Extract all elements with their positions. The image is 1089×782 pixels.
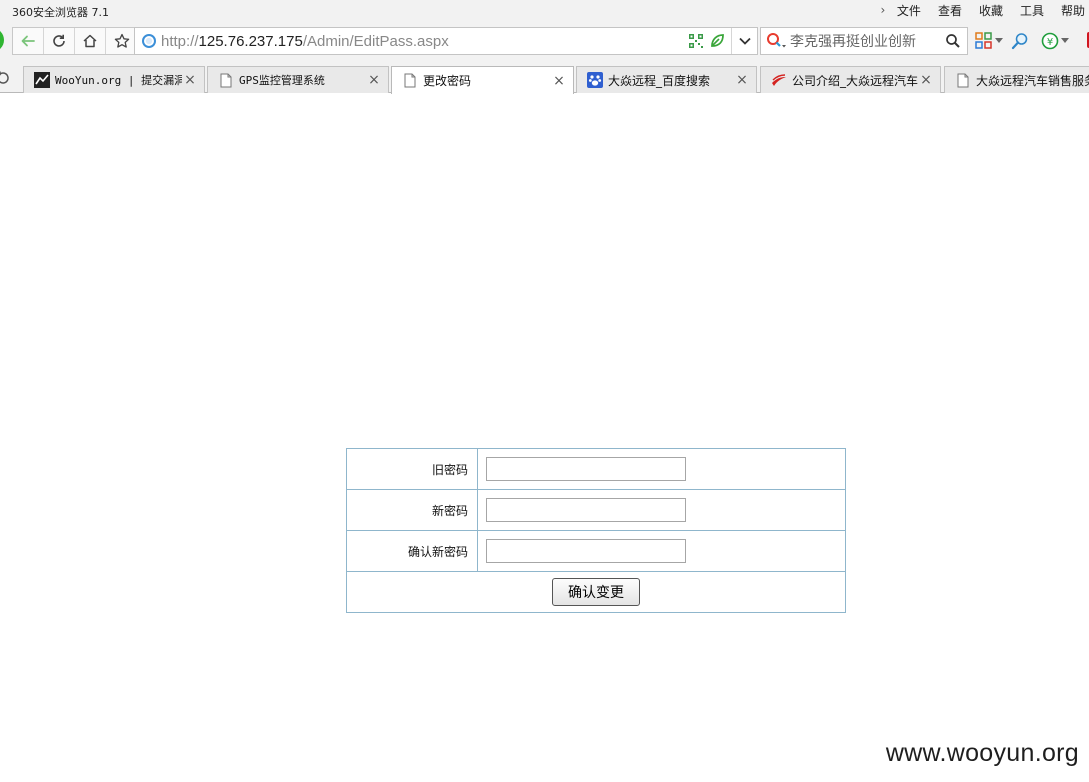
- reload-icon: [53, 34, 65, 47]
- globe-icon: [142, 34, 156, 48]
- page-icon: [402, 73, 418, 89]
- home-icon: [83, 34, 97, 48]
- tab-title: 更改密码: [423, 74, 472, 88]
- old-password-label: 旧密码: [346, 448, 478, 490]
- home-button[interactable]: [75, 28, 106, 54]
- old-password-cell: [477, 448, 846, 490]
- tab-change-password[interactable]: 更改密码 ×: [391, 66, 574, 94]
- tab-baidu-search[interactable]: 大焱远程_百度搜索 ×: [576, 66, 757, 93]
- reload-button[interactable]: [44, 28, 75, 54]
- tab-title: GPS监控管理系统: [239, 74, 325, 87]
- tab-wooyun[interactable]: WooYun.org | 提交漏洞 ×: [23, 66, 205, 93]
- browser-logo-icon[interactable]: [0, 28, 4, 52]
- confirm-password-input[interactable]: [486, 539, 686, 563]
- address-actions: [689, 28, 757, 54]
- search-input[interactable]: 李克强再挺创业创新: [790, 31, 940, 51]
- address-dropdown-button[interactable]: [731, 28, 757, 54]
- menu-help[interactable]: 帮助: [1061, 2, 1085, 19]
- old-password-row: 旧密码: [346, 448, 846, 490]
- confirm-password-row: 确认新密码: [346, 530, 846, 572]
- tab-company-intro[interactable]: 公司介绍_大焱远程汽车 ×: [760, 66, 941, 93]
- nav-buttons: [12, 27, 138, 55]
- chevron-down-icon: [738, 37, 751, 45]
- svg-text:¥: ¥: [1047, 37, 1053, 48]
- magnifier-spacer: [1029, 32, 1037, 50]
- undo-close-tab-icon[interactable]: [0, 69, 12, 87]
- app-title: 360安全浏览器 7.1: [12, 6, 109, 19]
- back-arrow-icon: [21, 35, 35, 47]
- page-icon: [955, 72, 971, 88]
- page-icon: [218, 72, 234, 88]
- star-icon: [114, 33, 129, 48]
- url-text[interactable]: http://125.76.237.175/Admin/EditPass.asp…: [161, 33, 449, 50]
- new-password-cell: [477, 489, 846, 531]
- menu-file[interactable]: 文件: [897, 2, 921, 19]
- confirm-password-label: 确认新密码: [346, 530, 478, 572]
- search-engine-icon: [767, 33, 786, 48]
- wooyun-icon: [34, 72, 50, 88]
- apps-dropdown-button[interactable]: [993, 32, 1005, 50]
- search-bar[interactable]: 李克强再挺创业创新: [760, 27, 968, 55]
- tab-strip: WooYun.org | 提交漏洞 × GPS监控管理系统 × 更改密码 × 大…: [0, 60, 1089, 94]
- tab-sales-service[interactable]: 大焱远程汽车销售服务: [944, 66, 1089, 93]
- title-bar: 360安全浏览器 7.1 › 文件 查看 收藏 工具 帮助: [0, 0, 1089, 23]
- confirm-password-cell: [477, 530, 846, 572]
- change-password-form: 旧密码 新密码 确认新密码 确认变更: [346, 448, 846, 613]
- submit-row: 确认变更: [346, 571, 846, 613]
- close-icon[interactable]: ×: [734, 72, 750, 88]
- new-password-label: 新密码: [346, 489, 478, 531]
- tab-title: 大焱远程汽车销售服务: [976, 73, 1089, 88]
- shield-dropdown-button[interactable]: [1059, 32, 1071, 50]
- confirm-change-button[interactable]: 确认变更: [552, 578, 640, 606]
- speed-mode-icon[interactable]: [709, 33, 725, 49]
- extensions-area: ¥: [975, 31, 1077, 51]
- new-password-row: 新密码: [346, 489, 846, 531]
- apps-grid-icon[interactable]: [975, 32, 993, 50]
- url-host: 125.76.237.175: [198, 32, 303, 50]
- url-path: /Admin/EditPass.aspx: [302, 32, 449, 50]
- brand-swoosh-icon: [771, 72, 787, 88]
- qr-code-icon[interactable]: [689, 34, 703, 48]
- toolbar: http://125.76.237.175/Admin/EditPass.asp…: [0, 23, 1089, 60]
- tab-gps-system[interactable]: GPS监控管理系统 ×: [207, 66, 389, 93]
- menu-view[interactable]: 查看: [938, 2, 962, 19]
- chevron-right-icon[interactable]: ›: [877, 3, 889, 17]
- close-icon[interactable]: ×: [366, 72, 382, 88]
- watermark-text: www.wooyun.org: [885, 739, 1079, 767]
- security-shield-icon[interactable]: ¥: [1041, 32, 1059, 50]
- menu-tools[interactable]: 工具: [1020, 2, 1044, 19]
- back-button[interactable]: [13, 28, 44, 54]
- url-scheme: http://: [161, 32, 199, 50]
- caret-down-icon: [1061, 38, 1069, 43]
- close-icon[interactable]: ×: [918, 72, 934, 88]
- menu-bar: › 文件 查看 收藏 工具 帮助: [877, 1, 1089, 19]
- tab-title: WooYun.org | 提交漏洞: [55, 74, 182, 87]
- tab-title: 大焱远程_百度搜索: [608, 73, 711, 88]
- old-password-input[interactable]: [486, 457, 686, 481]
- magnifier-tool-icon[interactable]: [1011, 32, 1029, 50]
- menu-favorites[interactable]: 收藏: [979, 2, 1003, 19]
- page-content: 旧密码 新密码 确认新密码 确认变更 www.wooyun.org: [0, 94, 1089, 782]
- close-icon[interactable]: ×: [551, 73, 567, 89]
- baidu-paw-icon: [587, 72, 603, 88]
- caret-down-icon: [995, 38, 1003, 43]
- tab-title: 公司介绍_大焱远程汽车: [792, 73, 918, 88]
- new-password-input[interactable]: [486, 498, 686, 522]
- search-engine-selector[interactable]: [766, 32, 788, 50]
- address-bar[interactable]: http://125.76.237.175/Admin/EditPass.asp…: [134, 27, 758, 55]
- search-icon[interactable]: [945, 33, 961, 49]
- submit-cell: 确认变更: [346, 571, 846, 613]
- bookmark-button[interactable]: [106, 28, 137, 54]
- close-icon[interactable]: ×: [182, 72, 198, 88]
